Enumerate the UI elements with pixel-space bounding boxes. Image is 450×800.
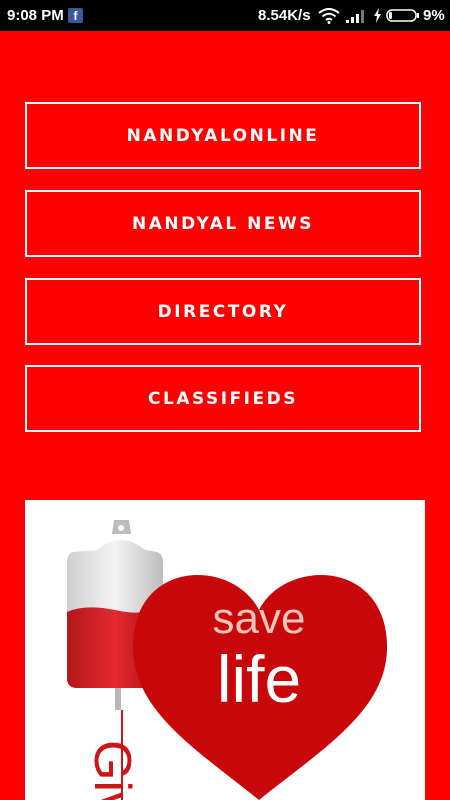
give-vertical-text: Giv xyxy=(83,710,141,800)
battery-icon xyxy=(386,9,419,22)
status-bar: 9:08 PM f 8.54K/s 9% xyxy=(0,0,450,31)
facebook-notification-icon: f xyxy=(68,8,83,23)
life-text: life xyxy=(217,642,301,716)
classifieds-button[interactable]: CLASSIFIEDS xyxy=(25,365,421,432)
nandyal-news-button[interactable]: NANDYAL NEWS xyxy=(25,190,421,257)
status-time: 9:08 PM xyxy=(7,7,64,24)
wifi-icon xyxy=(318,8,340,24)
save-life-banner[interactable]: Giv save life xyxy=(25,500,425,800)
save-text: save xyxy=(213,594,306,643)
signal-icon xyxy=(346,10,364,23)
banner-artwork: Giv save life xyxy=(67,520,388,800)
network-speed: 8.54K/s xyxy=(258,7,311,24)
battery-percent: 9% xyxy=(423,7,445,24)
nandyalonline-button[interactable]: NANDYALONLINE xyxy=(25,102,421,169)
give-text: Giv xyxy=(83,740,141,800)
directory-button[interactable]: DIRECTORY xyxy=(25,278,421,345)
charging-icon xyxy=(374,8,381,23)
